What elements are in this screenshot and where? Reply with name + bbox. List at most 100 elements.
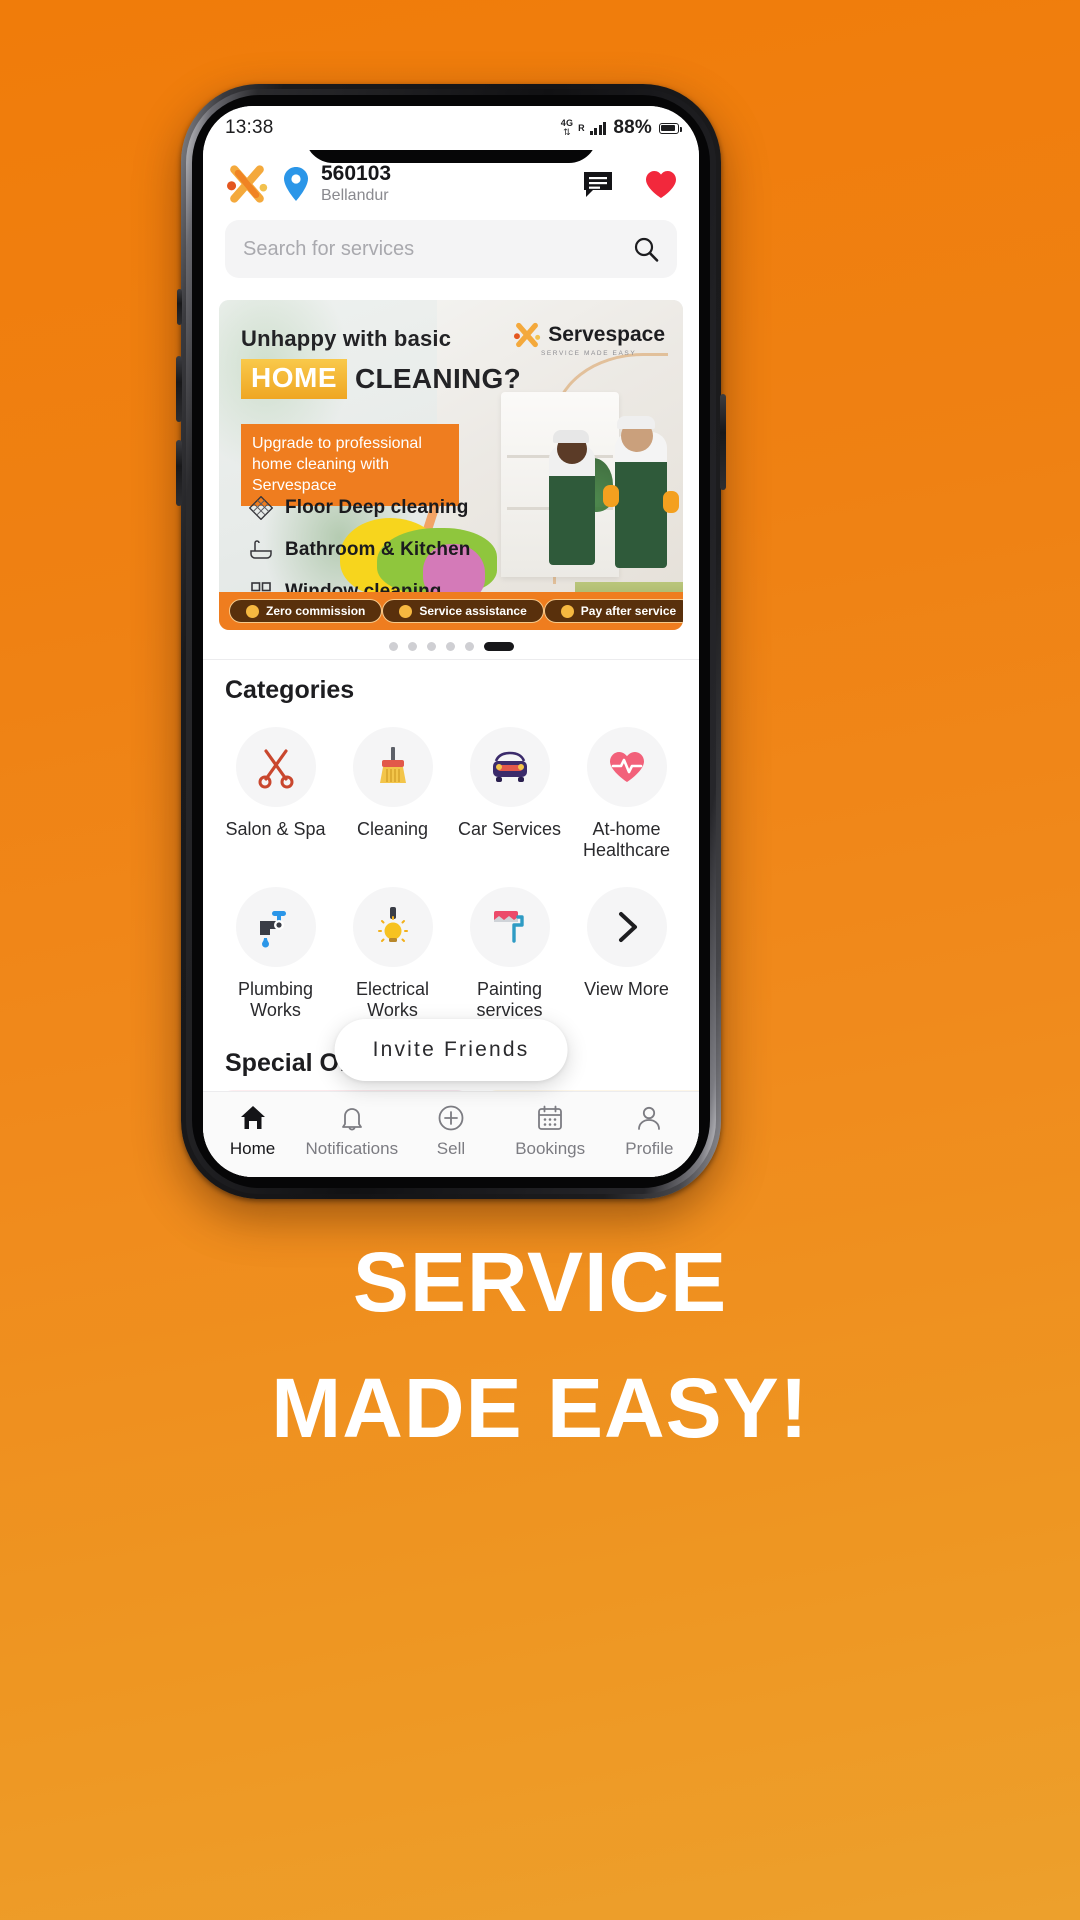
search-input[interactable] [243,237,633,261]
bell-icon [341,1108,362,1131]
battery-percent: 88% [613,117,652,138]
hero-cta-banner: Upgrade to professional home cleaning wi… [241,424,459,507]
hero-badge-label: Pay after service [580,604,677,618]
glove-illustration [603,484,619,507]
search-row [203,220,699,278]
mute-switch[interactable] [177,289,182,325]
hero-banner-slide[interactable]: Unhappy with basic HOME CLEANING? Upgrad… [219,300,683,630]
badge-dot-icon [399,604,413,618]
carousel-dot-active[interactable] [483,642,514,651]
search-box[interactable] [225,220,677,278]
category-icon-wrap [469,886,550,967]
hero-badge: Pay after service [543,599,683,623]
servespace-logo[interactable] [225,164,269,204]
faucet-icon [259,910,286,948]
category-electrical-works[interactable]: Electrical Works [334,877,451,1033]
worker-illustration [615,432,667,568]
location-pin-icon[interactable] [281,166,311,202]
nav-label: Notifications [305,1139,399,1158]
home-icon [240,1106,265,1129]
carousel-dot[interactable] [388,642,398,651]
category-label: Cleaning [356,819,429,839]
power-button[interactable] [720,394,726,490]
phone-screen: 13:38 4G ⇅ R 88% 560103 Bellandur Search… [203,106,699,1177]
hero-badge: Zero commission [229,599,383,623]
hero-carousel[interactable]: Unhappy with basic HOME CLEANING? Upgrad… [203,286,699,630]
carousel-dot[interactable] [407,642,417,651]
broom-icon [379,747,406,783]
main-scroll-area[interactable]: Unhappy with basic HOME CLEANING? Upgrad… [203,286,699,1177]
hero-feature-label: Floor Deep cleaning [285,497,469,518]
glove-illustration [663,491,679,514]
scissors-icon [258,749,293,789]
category-icon-wrap [586,886,667,967]
plus-circle-icon [438,1105,464,1131]
badge-dot-icon [560,604,574,618]
hero-feature-label: Bathroom & Kitchen [285,539,471,560]
location-area: Bellandur [321,187,389,205]
category-label: Car Services [457,819,562,839]
hero-badge: Service assistance [382,599,544,623]
roaming-indicator: R [578,122,585,133]
nav-item-bookings[interactable]: Bookings [501,1104,600,1159]
category-label: View More [584,978,669,999]
category-label: Salon & Spa [225,819,326,839]
nav-item-profile[interactable]: Profile [600,1104,699,1159]
category-label: Electrical Works [355,978,430,1020]
hero-brand-lockup: Servespace SERVICE MADE EASY [512,322,665,357]
invite-friends-button[interactable]: Invite Friends [334,1019,568,1081]
nav-label: Home [229,1139,276,1158]
category-icon-wrap [352,727,433,807]
nav-label: Sell [436,1139,466,1158]
battery-icon [659,122,682,134]
nav-item-home[interactable]: Home [203,1104,302,1159]
volume-down-button[interactable] [176,440,182,506]
category-at-home-healthcare[interactable]: At-home Healthcare [568,717,685,873]
paint-roller-icon [493,910,524,943]
category-car-services[interactable]: Car Services [451,717,568,873]
hero-brand-row: Servespace [512,322,665,348]
carousel-dots[interactable] [203,630,699,657]
nav-item-notifications[interactable]: Notifications [302,1104,401,1159]
category-painting-services[interactable]: Painting services [451,877,568,1033]
search-icon[interactable] [633,236,659,262]
category-label: Painting services [476,978,543,1020]
location-text[interactable]: 560103 Bellandur [321,162,391,207]
hero-badge-label: Service assistance [419,604,527,618]
carousel-dot[interactable] [426,642,436,651]
tiles-icon [249,496,273,520]
category-view-more[interactable]: View More [568,877,685,1033]
bulb-icon [377,906,408,942]
caption-line-1: SERVICE [352,1235,728,1329]
category-label: At-home Healthcare [582,819,671,860]
category-icon-wrap [586,727,667,807]
hero-feature-list: Floor Deep cleaning Bathroom & Kitchen [249,496,470,604]
promo-caption: SERVICE MADE EASY! [0,1240,1080,1450]
chat-icon[interactable] [583,170,613,198]
servespace-logo [514,322,541,348]
person-icon [638,1106,661,1130]
heart-icon[interactable] [645,170,677,199]
category-cleaning[interactable]: Cleaning [334,717,451,873]
worker-cap [617,416,655,430]
carousel-dot[interactable] [445,642,455,651]
category-icon-wrap [235,727,316,807]
signal-bars-icon [589,121,607,135]
category-salon-spa[interactable]: Salon & Spa [217,717,334,873]
category-icon-wrap [352,886,433,967]
categories-grid: Salon & Spa Cleaning Car Services At-hom… [203,711,699,1033]
bathtub-icon [250,540,272,559]
carousel-dot[interactable] [464,642,474,651]
hero-badge-strip: Zero commission Service assistance Pay a… [219,592,683,630]
category-plumbing-works[interactable]: Plumbing Works [217,877,334,1033]
hero-badge-label: Zero commission [266,604,366,618]
chevron-right-icon [618,911,637,942]
nav-label: Bookings [515,1139,586,1158]
caption-line-2: MADE EASY! [271,1361,809,1455]
nav-item-sell[interactable]: Sell [401,1104,500,1159]
hero-feature-item: Bathroom & Kitchen [249,538,470,562]
hero-line-1: Unhappy with basic [241,326,452,351]
hero-plain-word: CLEANING? [355,363,522,394]
volume-up-button[interactable] [176,356,182,422]
hero-brand-name: Servespace [548,323,665,346]
